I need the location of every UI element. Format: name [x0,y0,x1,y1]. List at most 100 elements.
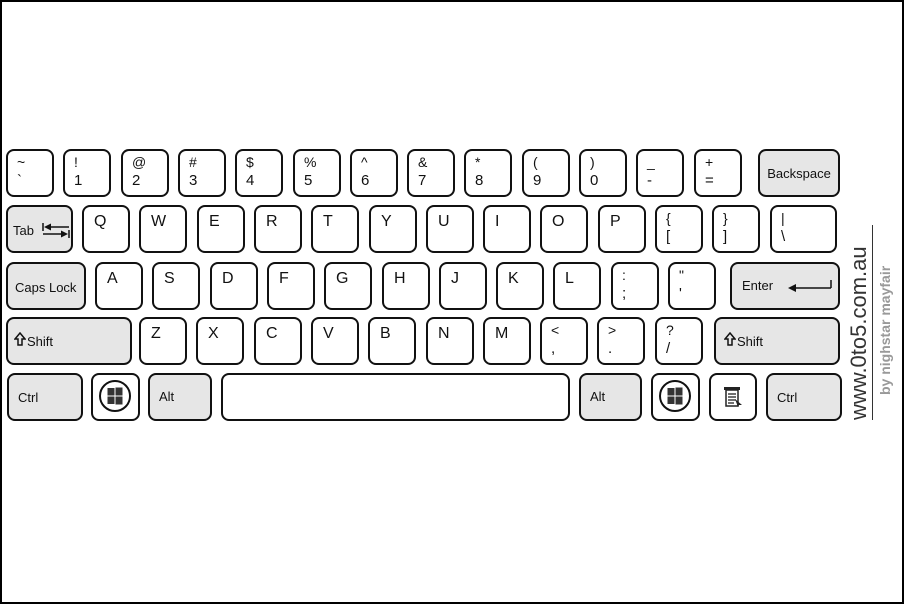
key-bottom-symbol: 6 [361,172,370,189]
key-row1-1[interactable]: ! 1 [63,149,111,197]
key-letter: Y [381,213,392,230]
key-b[interactable]: B [368,317,416,365]
shift-arrow-icon [13,331,27,351]
key-tab[interactable]: Tab [6,205,73,253]
key-letter: P [610,213,621,230]
key-letter: A [107,270,118,287]
key-bottom-symbol: , [551,340,556,357]
key-m[interactable]: M [483,317,531,365]
key-shift-left[interactable]: Shift [6,317,132,365]
key-p[interactable]: P [598,205,646,253]
key-top-symbol: ^ [361,154,368,170]
key-row4-sym-1[interactable]: >. [597,317,645,365]
key-row1-2[interactable]: @2 [121,149,169,197]
key-label: Ctrl [777,390,798,405]
key-row1-0[interactable]: ~ ` [6,149,54,197]
key-h[interactable]: H [382,262,430,310]
key-top-symbol: < [551,322,560,338]
windows-logo-icon [658,379,692,418]
shift-arrow-icon [723,331,737,351]
key-top-symbol: " [679,267,684,283]
key-label: Tab [13,223,34,238]
key-row1-7[interactable]: & 7 [407,149,455,197]
key-letter: L [565,270,574,287]
key-bottom-symbol: . [608,340,613,357]
key-l[interactable]: L [553,262,601,310]
key-ctrl-right[interactable]: Ctrl [766,373,842,421]
key-bottom-symbol: ' [679,285,682,302]
key-letter: G [336,270,349,287]
key-shift-right[interactable]: Shift [714,317,840,365]
key-top-symbol: ( [533,154,538,170]
key-z[interactable]: Z [139,317,187,365]
key-letter: E [209,213,220,230]
key-d[interactable]: D [210,262,258,310]
key-letter: K [508,270,519,287]
key-top-symbol: ) [590,154,595,170]
key-w[interactable]: W [139,205,187,253]
key-letter: O [552,213,565,230]
key-top-symbol: ? [666,322,674,338]
key-letter: X [208,325,219,342]
key-top-symbol: & [418,154,428,170]
key-row1-6[interactable]: ^ 6 [350,149,398,197]
key-label: Caps Lock [15,280,77,295]
key-menu[interactable] [709,373,757,421]
key-bottom-symbol: 1 [74,172,83,189]
key-space[interactable] [221,373,570,421]
key-ctrl-left[interactable]: Ctrl [7,373,83,421]
key-row1-10[interactable]: ) 0 [579,149,627,197]
key-label: Alt [159,389,175,404]
key-row1-12[interactable]: + = [694,149,742,197]
key-q[interactable]: Q [82,205,130,253]
key-row4-sym-0[interactable]: <, [540,317,588,365]
key-r[interactable]: R [254,205,302,253]
key-u[interactable]: U [426,205,474,253]
key-row3-sym-1[interactable]: " ' [668,262,716,310]
key-backspace[interactable]: Backspace [758,149,840,197]
key-row1-4[interactable]: $4 [235,149,283,197]
key-bottom-symbol: 9 [533,172,542,189]
key-bottom-symbol: 5 [304,172,313,189]
key-j[interactable]: J [439,262,487,310]
key-row1-3[interactable]: #3 [178,149,226,197]
key-row1-8[interactable]: * 8 [464,149,512,197]
key-windows-right[interactable] [651,373,700,421]
key-y[interactable]: Y [369,205,417,253]
key-row1-9[interactable]: (9 [522,149,570,197]
key-row3-sym-0[interactable]: :; [611,262,659,310]
key-enter[interactable]: Enter [730,262,840,310]
key-bottom-symbol: 7 [418,172,427,189]
tab-arrows-icon [41,221,71,244]
key-e[interactable]: E [197,205,245,253]
key-top-symbol: $ [246,154,254,170]
key-letter: J [451,270,459,287]
key-row2-sym-1[interactable]: }] [712,205,760,253]
key-row2-sym-2[interactable]: | \ [770,205,837,253]
key-n[interactable]: N [426,317,474,365]
key-i[interactable]: I [483,205,531,253]
key-letter: F [279,270,289,287]
key-row2-sym-0[interactable]: {[ [655,205,703,253]
key-alt-right[interactable]: Alt [579,373,642,421]
key-x[interactable]: X [196,317,244,365]
key-row1-11[interactable]: _ - [636,149,684,197]
key-o[interactable]: O [540,205,588,253]
author-credit: by nighstar mayfair [877,265,893,395]
key-caps-lock[interactable]: Caps Lock [6,262,86,310]
key-bottom-symbol: - [647,172,652,189]
key-k[interactable]: K [496,262,544,310]
key-label: Enter [742,278,774,293]
key-g[interactable]: G [324,262,372,310]
key-c[interactable]: C [254,317,302,365]
key-t[interactable]: T [311,205,359,253]
key-alt-left[interactable]: Alt [148,373,212,421]
key-row1-5[interactable]: % 5 [293,149,341,197]
key-top-symbol: } [723,210,728,226]
key-row4-sym-2[interactable]: ? / [655,317,703,365]
key-windows-left[interactable] [91,373,140,421]
key-v[interactable]: V [311,317,359,365]
key-f[interactable]: F [267,262,315,310]
key-s[interactable]: S [152,262,200,310]
key-a[interactable]: A [95,262,143,310]
